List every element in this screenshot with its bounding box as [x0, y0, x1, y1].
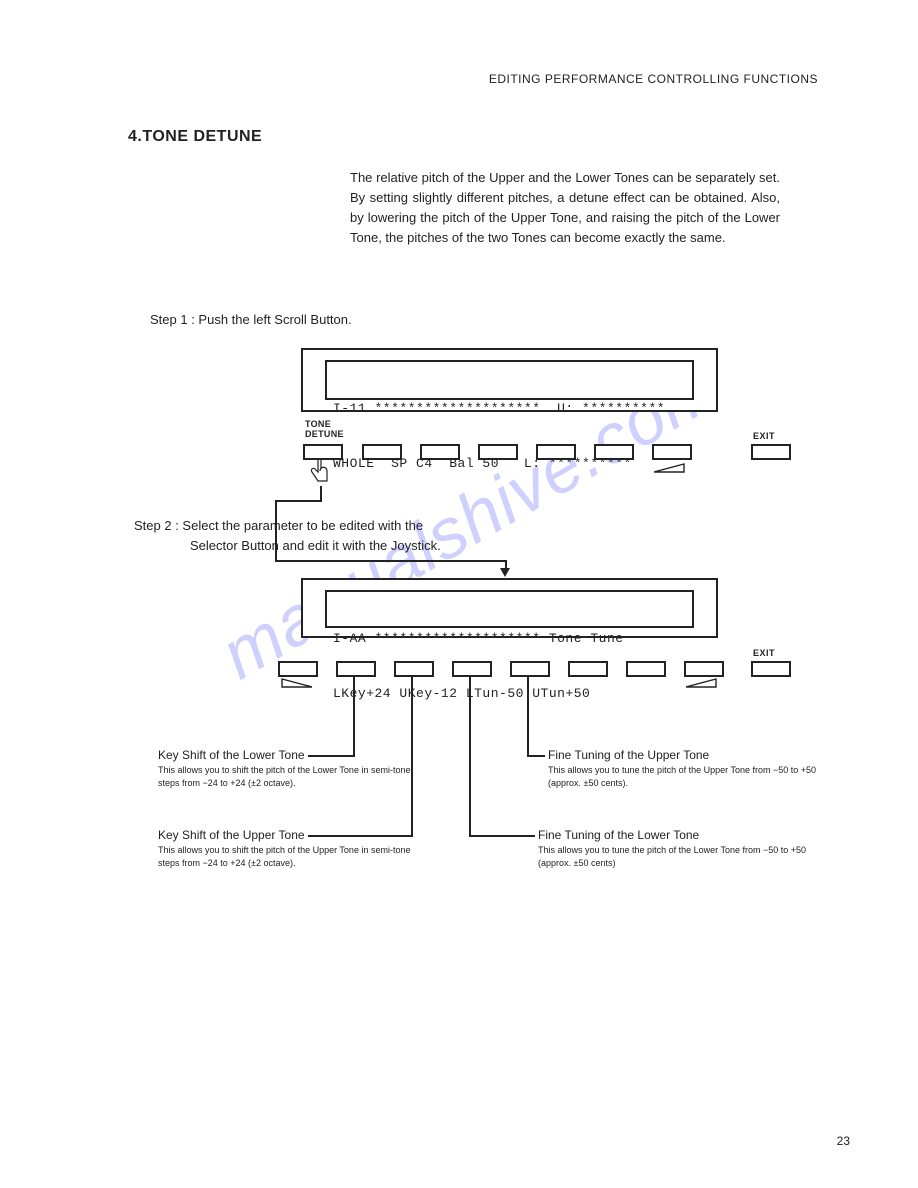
button-2-ukey[interactable] [394, 661, 434, 677]
manual-page: manualshive.com EDITING PERFORMANCE CONT… [0, 0, 918, 1188]
scroll-right-icon-2 [686, 676, 720, 694]
button-1-4[interactable] [478, 444, 518, 460]
arrowhead-icon [500, 568, 510, 577]
scroll-right-icon [654, 460, 686, 478]
lcd-display-2: I-AA ******************** Tone Tune LKey… [301, 578, 718, 638]
lcd2-line2: LKey+24 UKey-12 LTun-50 UTun+50 [333, 685, 686, 703]
callout-ukey: Key Shift of the Upper Tone This allows … [158, 828, 418, 869]
callout-utun: Fine Tuning of the Upper Tone This allow… [548, 748, 818, 789]
callout-lkey: Key Shift of the Lower Tone This allows … [158, 748, 418, 789]
connector-horiz-2 [275, 560, 507, 562]
connector-vert-1 [320, 486, 322, 500]
scroll-left-icon [278, 676, 312, 694]
conn-ltun-h [469, 835, 535, 837]
callout-ltun-desc: This allows you to tune the pitch of the… [538, 844, 818, 869]
conn-ltun-v [469, 675, 471, 837]
page-number: 23 [837, 1134, 850, 1148]
button-1-2[interactable] [362, 444, 402, 460]
section-title: 4.TONE DETUNE [128, 128, 262, 146]
step-2-text: Step 2 : Select the parameter to be edit… [134, 516, 464, 555]
lcd-inner-2: I-AA ******************** Tone Tune LKey… [325, 590, 694, 628]
button-1-exit[interactable] [751, 444, 791, 460]
lcd1-line1: I-11 ******************** U: ********** [333, 400, 686, 418]
button-2-exit[interactable] [751, 661, 791, 677]
button-2-ltun[interactable] [452, 661, 492, 677]
callout-ukey-desc: This allows you to shift the pitch of th… [158, 844, 418, 869]
conn-lkey-v [353, 675, 355, 757]
callout-utun-title: Fine Tuning of the Upper Tone [548, 748, 818, 762]
exit-label-2: EXIT [753, 648, 775, 658]
lcd-inner-1: I-11 ******************** U: ********** … [325, 360, 694, 400]
connector-horiz-1 [275, 500, 322, 502]
button-1-3[interactable] [420, 444, 460, 460]
button-2-lkey[interactable] [336, 661, 376, 677]
callout-ltun-title: Fine Tuning of the Lower Tone [538, 828, 818, 842]
page-header: EDITING PERFORMANCE CONTROLLING FUNCTION… [489, 72, 818, 86]
lcd-display-1: I-11 ******************** U: ********** … [301, 348, 718, 412]
callout-lkey-desc: This allows you to shift the pitch of th… [158, 764, 418, 789]
button-1-6[interactable] [594, 444, 634, 460]
conn-utun-v [527, 675, 529, 757]
button-2-utun[interactable] [510, 661, 550, 677]
button-2-scroll-right[interactable] [684, 661, 724, 677]
button-2-6[interactable] [568, 661, 608, 677]
button-2-scroll-left[interactable] [278, 661, 318, 677]
intro-paragraph: The relative pitch of the Upper and the … [350, 168, 780, 249]
button-2-7[interactable] [626, 661, 666, 677]
callout-utun-desc: This allows you to tune the pitch of the… [548, 764, 818, 789]
step-1-text: Step 1 : Push the left Scroll Button. [150, 312, 352, 327]
lcd2-line1: I-AA ******************** Tone Tune [333, 630, 686, 648]
callout-lkey-title: Key Shift of the Lower Tone [158, 748, 418, 762]
callout-ukey-title: Key Shift of the Upper Tone [158, 828, 418, 842]
exit-label-1: EXIT [753, 431, 775, 441]
tone-detune-label: TONE DETUNE [305, 420, 344, 440]
conn-utun-h [527, 755, 545, 757]
button-1-5[interactable] [536, 444, 576, 460]
callout-ltun: Fine Tuning of the Lower Tone This allow… [538, 828, 818, 869]
button-1-scroll[interactable] [652, 444, 692, 460]
